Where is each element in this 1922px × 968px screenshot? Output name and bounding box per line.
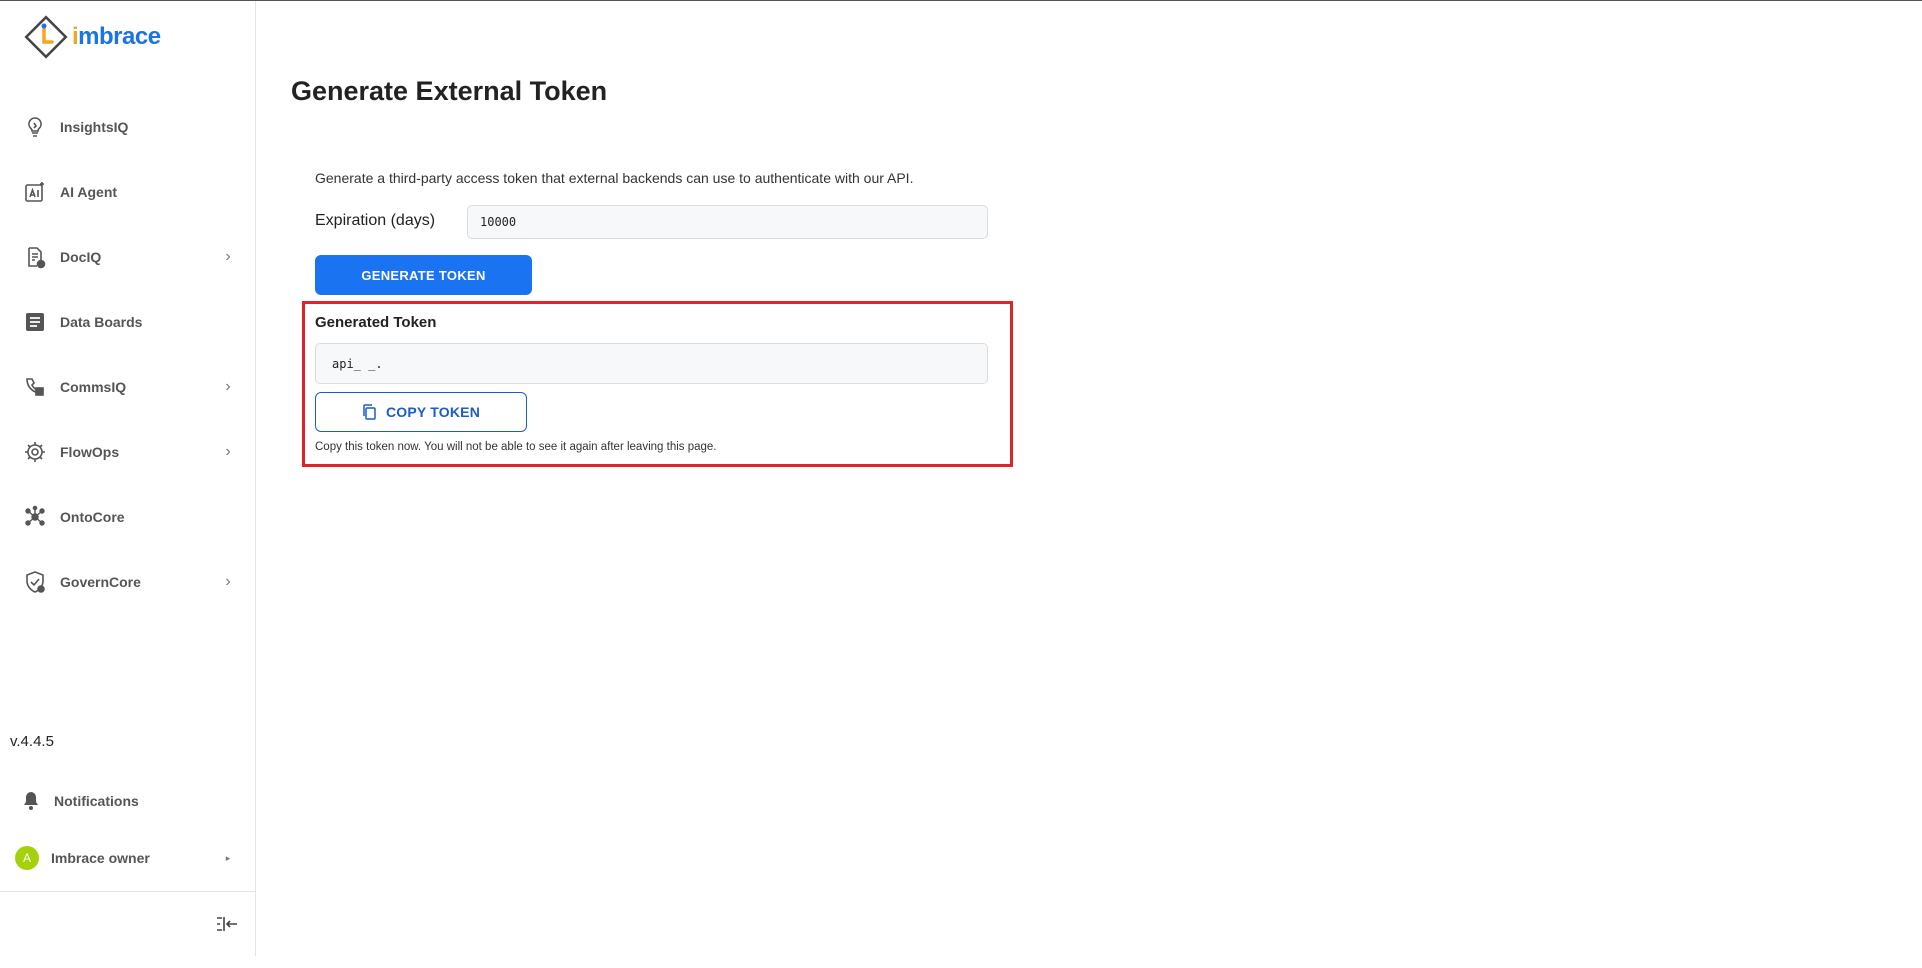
sidebar: imbrace InsightsIQ AI Agent DocIQ › Data… [0, 1, 256, 956]
sidebar-item-ontocore[interactable]: OntoCore [0, 484, 256, 549]
imbrace-logo-icon [24, 15, 68, 59]
expiration-input[interactable] [467, 205, 988, 239]
bell-icon [18, 788, 44, 814]
app-version: v.4.4.5 [10, 733, 54, 750]
copy-token-label: COPY TOKEN [385, 404, 481, 420]
notifications-label: Notifications [54, 793, 139, 809]
divider [0, 891, 256, 892]
sidebar-item-label: Data Boards [60, 313, 143, 330]
sidebar-item-label: DocIQ [60, 248, 102, 265]
ai-agent-icon [22, 179, 48, 205]
brand-name: imbrace [72, 23, 161, 50]
window-top-border [0, 0, 1922, 1]
notifications-button[interactable]: Notifications [0, 776, 256, 826]
sidebar-item-commsiq[interactable]: CommsIQ › [0, 354, 256, 419]
data-board-icon [22, 309, 48, 335]
caret-right-icon: ▸ [225, 852, 231, 863]
generated-token-title: Generated Token [315, 314, 437, 331]
user-menu[interactable]: A Imbrace owner ▸ [0, 833, 256, 883]
user-name: Imbrace owner [51, 850, 150, 866]
insights-bulb-icon [22, 114, 48, 140]
chevron-right-icon: › [225, 377, 231, 395]
sidebar-item-governcore[interactable]: GovernCore › [0, 549, 256, 614]
token-value: api_ _. [332, 356, 383, 371]
chevron-right-icon: › [225, 442, 231, 460]
brand-logo[interactable]: imbrace [24, 15, 161, 59]
document-icon [22, 244, 48, 270]
sidebar-item-flowops[interactable]: FlowOps › [0, 419, 256, 484]
chevron-right-icon: › [225, 247, 231, 265]
sidebar-item-dociq[interactable]: DocIQ › [0, 224, 256, 289]
comms-icon [22, 374, 48, 400]
sidebar-item-insightsiq[interactable]: InsightsIQ [0, 94, 256, 159]
page-title: Generate External Token [291, 76, 608, 106]
copy-icon [363, 404, 376, 420]
page-description: Generate a third-party access token that… [315, 170, 914, 186]
generate-token-button[interactable]: GENERATE TOKEN [315, 255, 532, 295]
expiration-label: Expiration (days) [315, 212, 436, 229]
network-icon [22, 504, 48, 530]
sidebar-item-label: FlowOps [60, 443, 120, 460]
sidebar-item-label: OntoCore [60, 508, 125, 525]
sidebar-item-label: GovernCore [60, 573, 141, 590]
sidebar-nav: InsightsIQ AI Agent DocIQ › Data Boards [0, 94, 256, 614]
sidebar-item-label: AI Agent [60, 183, 118, 200]
avatar: A [15, 846, 39, 870]
generated-token-field[interactable]: api_ _. [315, 343, 988, 384]
collapse-sidebar-icon [217, 917, 237, 931]
copy-token-note: Copy this token now. You will not be abl… [315, 441, 717, 453]
sidebar-item-label: CommsIQ [60, 378, 127, 395]
chevron-right-icon: › [225, 572, 231, 590]
flow-gear-icon [22, 439, 48, 465]
shield-check-icon [22, 569, 48, 595]
collapse-sidebar-button[interactable] [214, 913, 240, 935]
sidebar-item-ai-agent[interactable]: AI Agent [0, 159, 256, 224]
sidebar-item-label: InsightsIQ [60, 118, 129, 135]
sidebar-item-data-boards[interactable]: Data Boards [0, 289, 256, 354]
copy-token-button[interactable]: COPY TOKEN [315, 392, 527, 432]
